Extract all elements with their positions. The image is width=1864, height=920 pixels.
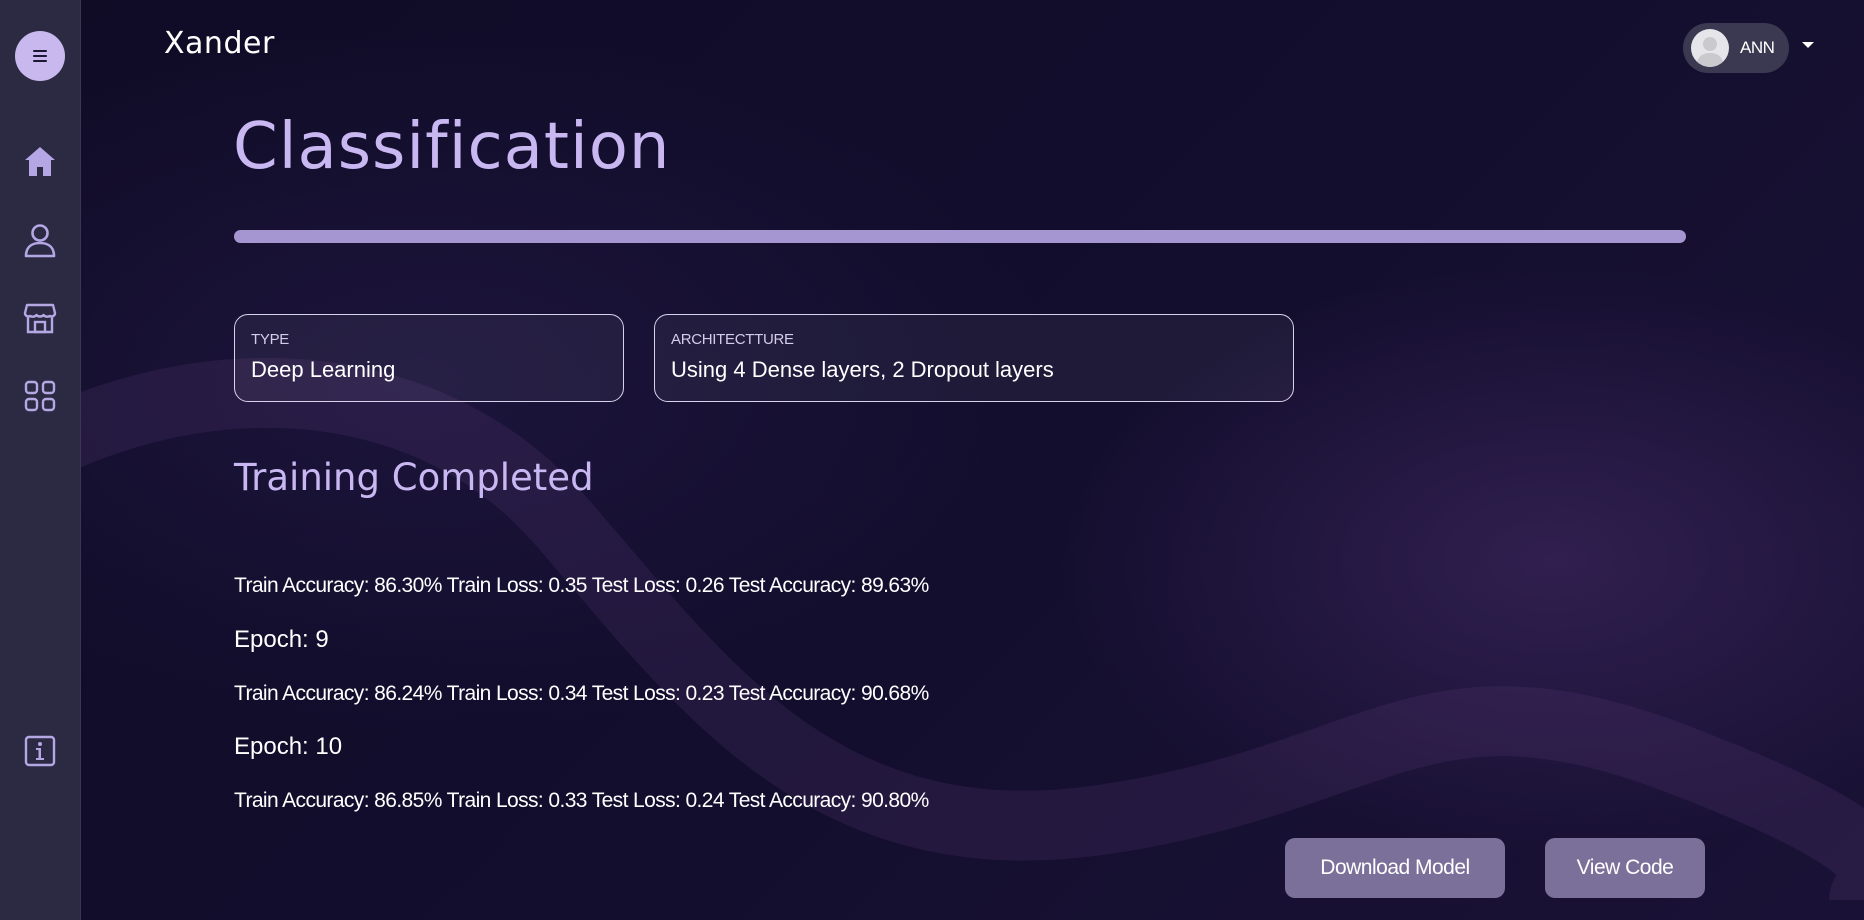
chevron-down-icon[interactable] — [1802, 42, 1814, 48]
metrics-line: Train Accuracy: 86.30% Train Loss: 0.35 … — [234, 574, 929, 597]
progress-fill — [234, 230, 1686, 243]
sidebar-item-profile[interactable] — [20, 220, 60, 260]
avatar-icon — [1696, 37, 1724, 67]
architecture-label: ARCHITECTTURE — [671, 331, 794, 348]
sidebar-item-apps[interactable] — [20, 376, 60, 416]
user-menu[interactable]: ANN — [1683, 23, 1789, 73]
metrics-line: Train Accuracy: 86.85% Train Loss: 0.33 … — [234, 789, 929, 812]
training-status: Training Completed — [234, 456, 594, 499]
sidebar — [0, 0, 81, 920]
menu-button[interactable] — [15, 31, 65, 81]
epoch-line: Epoch: 9 — [234, 626, 329, 653]
store-icon — [23, 303, 57, 334]
home-icon — [25, 147, 55, 176]
grid-icon — [24, 380, 56, 412]
info-icon — [24, 735, 56, 767]
app-logo[interactable]: Xander — [164, 26, 275, 61]
view-code-button[interactable]: View Code — [1545, 838, 1705, 898]
sidebar-item-store[interactable] — [20, 298, 60, 338]
download-model-button[interactable]: Download Model — [1285, 838, 1505, 898]
architecture-card: ARCHITECTTURE Using 4 Dense layers, 2 Dr… — [654, 314, 1294, 402]
type-value: Deep Learning — [251, 357, 396, 382]
architecture-value: Using 4 Dense layers, 2 Dropout layers — [671, 357, 1054, 382]
hamburger-icon — [33, 50, 47, 62]
sidebar-item-home[interactable] — [20, 142, 60, 182]
user-name: ANN — [1740, 38, 1775, 57]
sidebar-item-info[interactable] — [20, 731, 60, 771]
type-label: TYPE — [251, 331, 289, 348]
avatar — [1691, 29, 1729, 67]
training-progress-bar — [234, 230, 1686, 243]
type-card: TYPE Deep Learning — [234, 314, 624, 402]
epoch-line: Epoch: 10 — [234, 733, 343, 760]
page-title: Classification — [233, 110, 671, 184]
metrics-line: Train Accuracy: 86.24% Train Loss: 0.34 … — [234, 682, 929, 705]
user-icon — [24, 224, 56, 258]
